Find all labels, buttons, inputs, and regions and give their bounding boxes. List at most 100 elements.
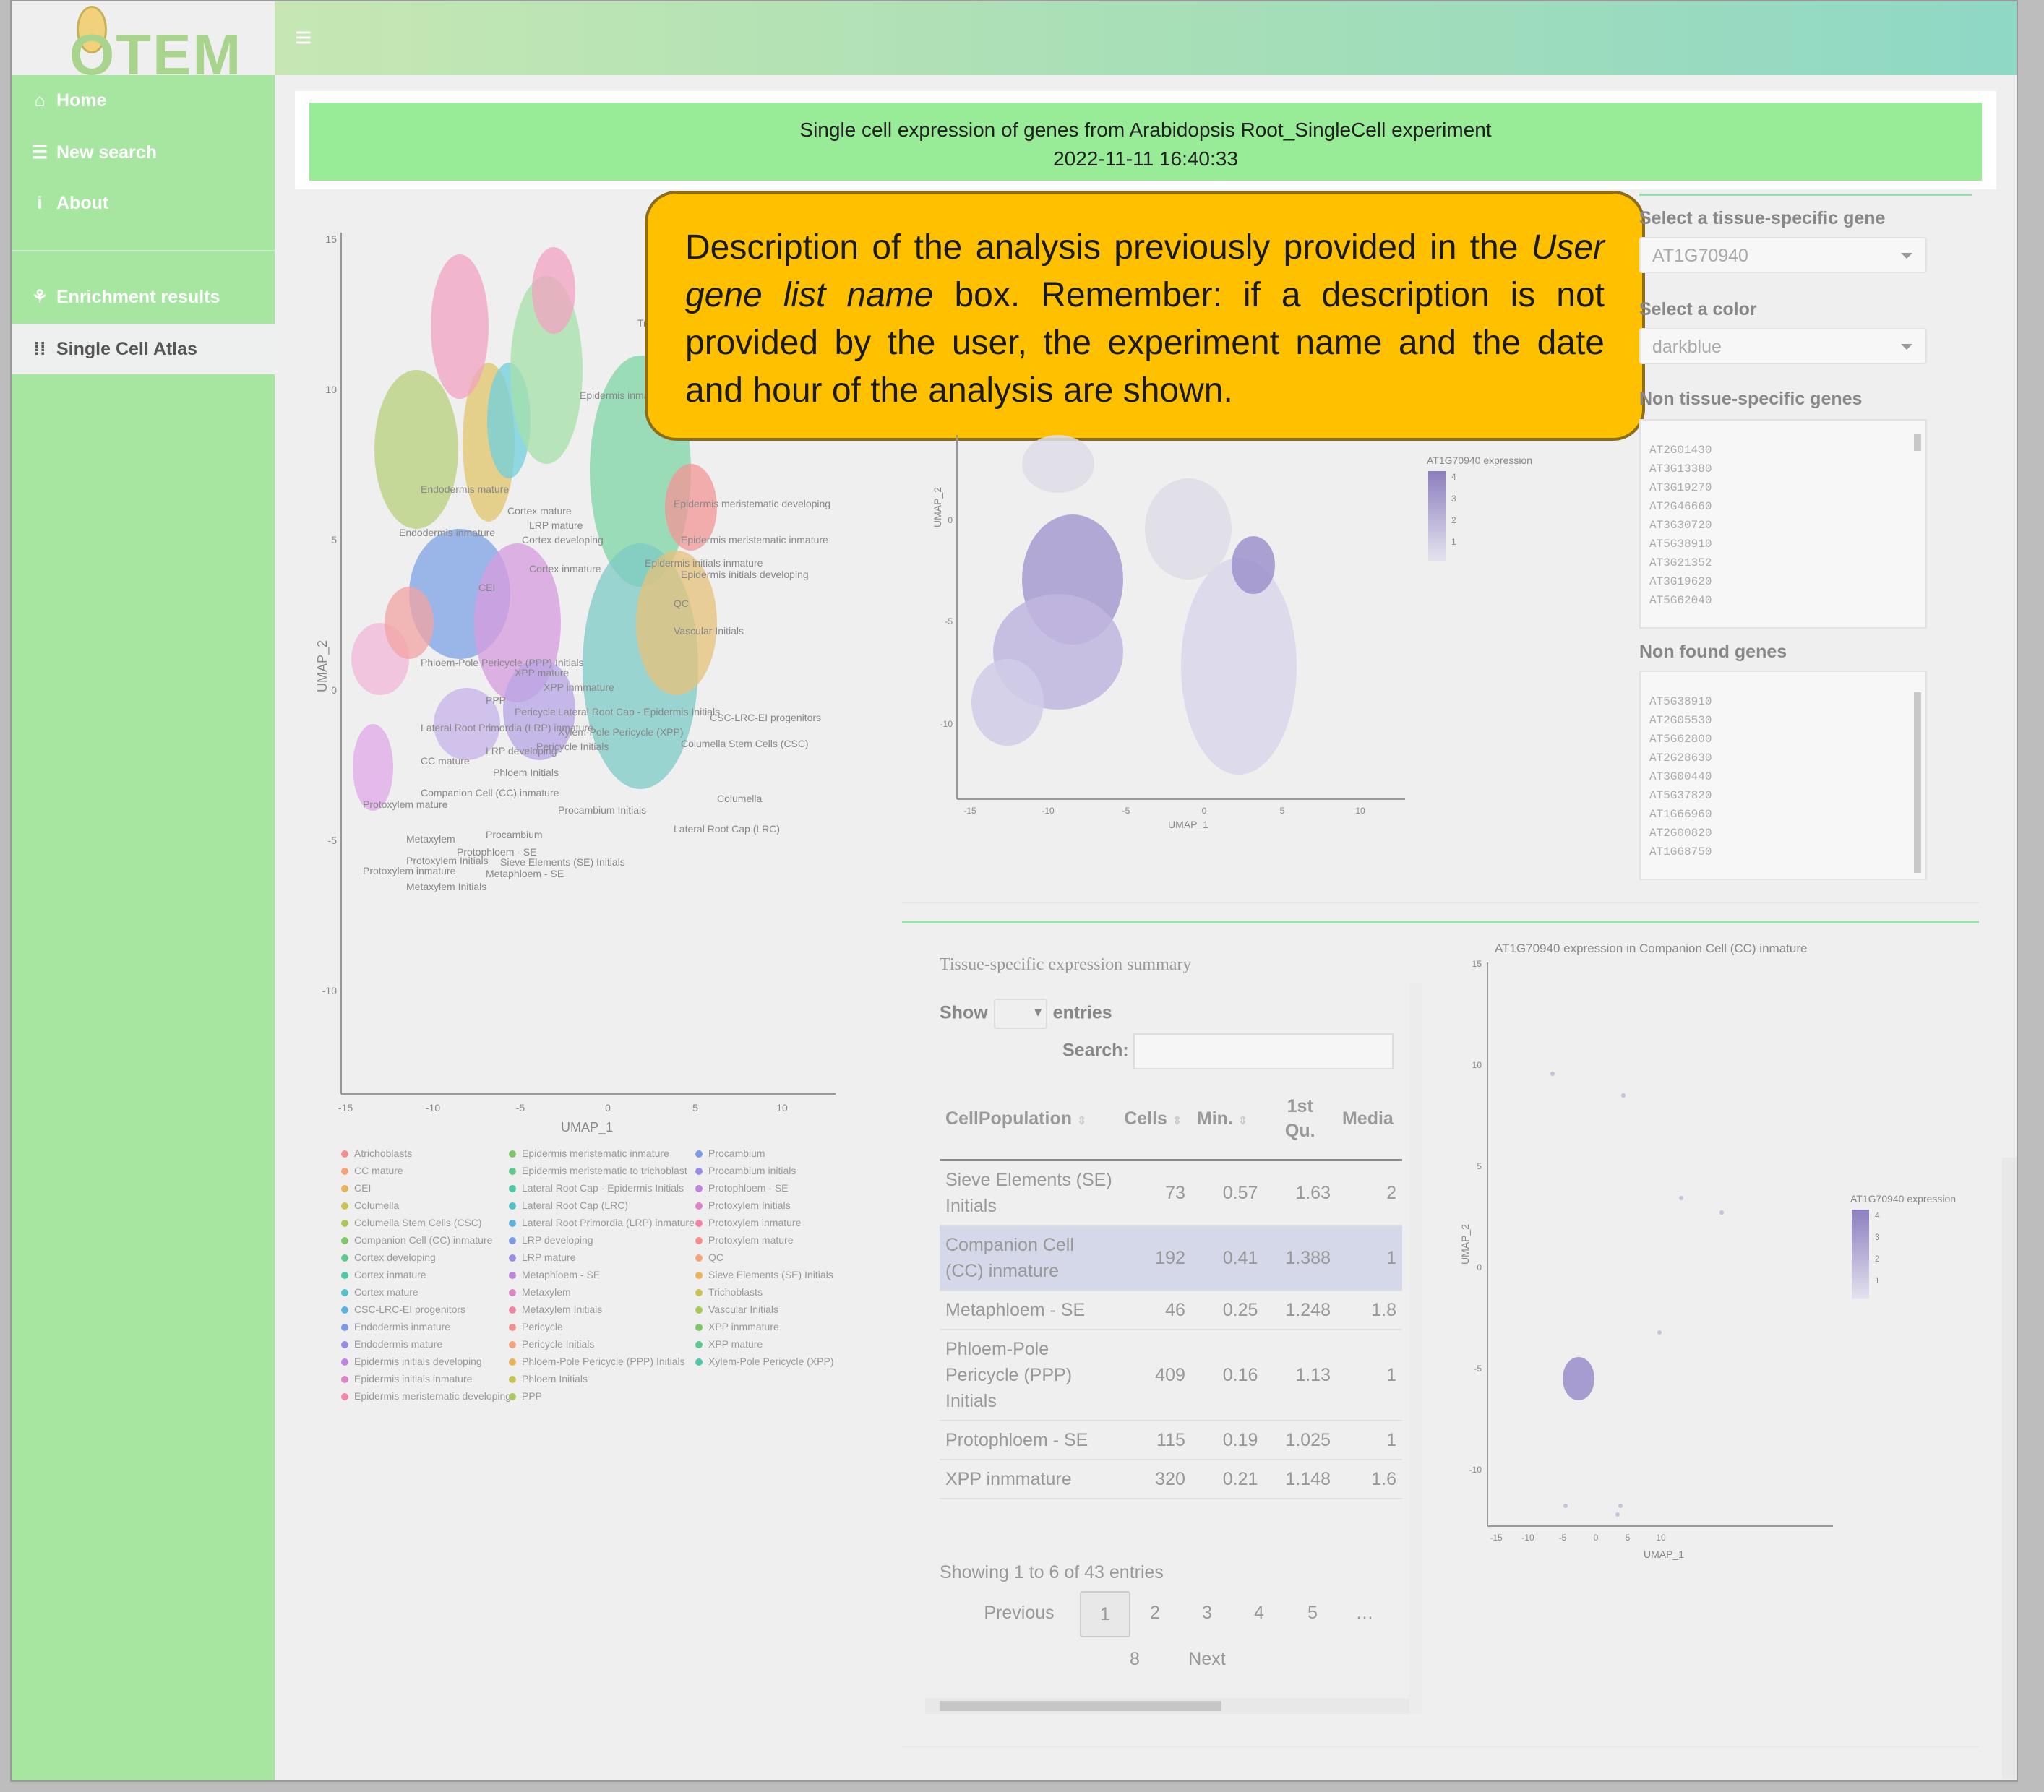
cluster-blob — [374, 370, 458, 529]
legend-label: XPP inmmature — [708, 1321, 779, 1332]
gene-list-item[interactable]: AT5G38910 — [1649, 535, 1925, 553]
cluster-label: Epidermis meristematic inmature — [681, 534, 828, 546]
legend-label: XPP mature — [708, 1338, 763, 1350]
gene-list-item[interactable]: AT3G19270 — [1649, 478, 1925, 497]
sidebar-item-new-search[interactable]: ☰ New search — [12, 127, 275, 178]
sidebar-item-home[interactable]: ⌂ Home — [12, 75, 275, 126]
legend-swatch — [341, 1358, 348, 1366]
sidebar-item-enrichment-results[interactable]: ⚘ Enrichment results — [12, 272, 275, 322]
legend-swatch — [509, 1202, 516, 1210]
search-input[interactable] — [1133, 1033, 1394, 1069]
cluster-label: XPP mature — [515, 667, 569, 679]
table-row[interactable]: Companion Cell (CC) inmature 192 0.41 1.388… — [940, 1225, 1402, 1291]
entries-select[interactable] — [993, 999, 1047, 1029]
legend-item: Metaxylem — [509, 1283, 697, 1301]
gene-list-item[interactable]: AT5G62040 — [1649, 591, 1925, 610]
table-row[interactable]: Protophloem - SE 115 0.19 1.025 1 — [940, 1421, 1402, 1460]
gene-list-item[interactable]: AT3G13380 — [1649, 460, 1925, 478]
table-cell: Phloem-Pole Pericycle (PPP) Initials — [940, 1330, 1119, 1421]
table-row[interactable]: Phloem-Pole Pericycle (PPP) Initials 409 0… — [940, 1330, 1402, 1421]
page-button[interactable]: 5 — [1291, 1591, 1334, 1634]
scrollbar[interactable] — [1912, 426, 1923, 451]
sidebar-item-about[interactable]: i About — [12, 178, 275, 228]
non-specific-genes-list[interactable]: AT2G01430 AT3G13380 AT3G19270 AT2G46660 AT3G… — [1639, 419, 1927, 629]
expression-dot — [1719, 1210, 1724, 1215]
sidebar-item-single-cell-atlas[interactable]: ⁞⁞ Single Cell Atlas — [12, 324, 275, 374]
colorbar-tick: 4 — [1451, 472, 1456, 482]
table-cell: 115 — [1118, 1421, 1191, 1460]
legend-label: LRP developing — [522, 1234, 593, 1246]
gene-list-item[interactable]: AT2G46660 — [1649, 497, 1925, 516]
column-header[interactable]: 1st Qu. — [1263, 1078, 1336, 1161]
column-header[interactable]: Cells ⇕ — [1118, 1078, 1191, 1161]
legend-swatch — [341, 1341, 348, 1349]
gene-list-item[interactable]: AT3G19620 — [1649, 572, 1925, 591]
y-tick-label: 10 — [1472, 1060, 1482, 1070]
cluster-blob — [385, 587, 434, 659]
legend-item: Epidermis meristematic developing — [341, 1387, 511, 1405]
previous-page-button[interactable]: Previous — [969, 1591, 1070, 1634]
expression-cluster — [1232, 536, 1275, 594]
expression-dot — [1621, 1093, 1626, 1098]
x-axis-label: UMAP_1 — [1644, 1548, 1684, 1560]
umap-expression-svg: -15 -10 -5 0 5 10 0 -5 -10 UMAP_1 UMAP_2 AT1G709… — [932, 435, 1532, 830]
gene-list-item[interactable]: AT2G01430 — [1649, 441, 1925, 460]
legend-item: Pericycle Initials — [509, 1335, 697, 1353]
gene-list-item[interactable]: AT3G00440 — [1649, 767, 1925, 786]
column-header[interactable]: CellPopulation ⇕ — [940, 1078, 1119, 1161]
gene-list-item[interactable]: AT5G37820 — [1649, 786, 1925, 805]
gene-list-item[interactable]: AT5G38910 — [1649, 692, 1925, 711]
app-window: OTEM ≡ ⌂ Home ☰ New search i About ⚘ Enr… — [10, 0, 2018, 1782]
table-row[interactable]: Metaphloem - SE 46 0.25 1.248 1.8 — [940, 1291, 1402, 1330]
table-horizontal-scrollbar[interactable] — [925, 1698, 1409, 1714]
x-tick-label: -15 — [1490, 1533, 1503, 1543]
gene-list-item[interactable]: AT2G05530 — [1649, 711, 1925, 730]
table-cell: 192 — [1118, 1225, 1191, 1291]
page-button[interactable]: 8 — [1113, 1637, 1156, 1681]
color-select[interactable]: darkblue — [1639, 328, 1927, 364]
umap-tissue-svg: AT1G70940 expression in Companion Cell (… — [1459, 942, 1956, 1680]
table-cell: 46 — [1118, 1291, 1191, 1330]
gene-list-item[interactable]: AT2G00820 — [1649, 824, 1925, 843]
table-row[interactable]: XPP inmmature 320 0.21 1.148 1.6 — [940, 1460, 1402, 1499]
page-button[interactable]: 3 — [1185, 1591, 1229, 1634]
page-button[interactable]: 2 — [1133, 1591, 1177, 1634]
legend-label: Epidermis initials developing — [354, 1356, 482, 1367]
gene-list-item[interactable]: AT1G66960 — [1649, 805, 1925, 824]
legend-label: Protoxylem inmature — [708, 1217, 802, 1228]
legend-label: Cortex mature — [354, 1286, 418, 1298]
hamburger-icon[interactable]: ≡ — [295, 23, 312, 52]
gene-list-item[interactable]: AT3G21352 — [1649, 553, 1925, 572]
legend-label: Procambium — [708, 1147, 765, 1159]
table-row[interactable]: Sieve Elements (SE) Initials 73 0.57 1.63 2 — [940, 1160, 1402, 1226]
column-header[interactable]: Min. ⇕ — [1190, 1078, 1264, 1161]
database-icon: ☰ — [31, 142, 48, 163]
legend-label: Epidermis meristematic inmature — [522, 1147, 669, 1159]
gene-list-item[interactable]: AT3G30720 — [1649, 516, 1925, 535]
cluster-label: Epidermis initials inmature — [645, 557, 763, 569]
table-vertical-scrollbar[interactable] — [1409, 983, 1422, 1714]
gene-list-item[interactable]: AT5G62800 — [1649, 730, 1925, 749]
page-button[interactable]: 4 — [1237, 1591, 1281, 1634]
gene-list-item[interactable]: AT2G28630 — [1649, 749, 1925, 767]
legend-swatch — [695, 1185, 703, 1193]
cluster-label: Columella Stem Cells (CSC) — [681, 738, 809, 749]
y-tick-label: -5 — [945, 616, 953, 626]
table-cell: 0.21 — [1190, 1460, 1264, 1499]
column-header[interactable]: Media — [1336, 1078, 1402, 1161]
legend-item: Cortex developing — [341, 1249, 507, 1266]
legend-swatch — [341, 1393, 348, 1401]
sidebar-item-label: New search — [56, 142, 157, 163]
legend-swatch — [695, 1254, 703, 1262]
gene-select[interactable]: AT1G70940 — [1639, 237, 1927, 273]
top-bar: ≡ — [275, 1, 2017, 75]
page-button[interactable]: 1 — [1080, 1591, 1130, 1637]
page-scrollbar[interactable] — [2002, 1158, 2017, 1779]
scrollbar[interactable] — [1912, 678, 1923, 873]
info-icon: i — [37, 192, 43, 213]
next-page-button[interactable]: Next — [1171, 1637, 1243, 1681]
legend-swatch — [341, 1202, 348, 1210]
gene-list-item[interactable]: AT1G68750 — [1649, 843, 1925, 861]
legend-swatch — [341, 1237, 348, 1245]
non-found-genes-list[interactable]: AT5G38910 AT2G05530 AT5G62800 AT2G28630 AT3G… — [1639, 671, 1927, 880]
